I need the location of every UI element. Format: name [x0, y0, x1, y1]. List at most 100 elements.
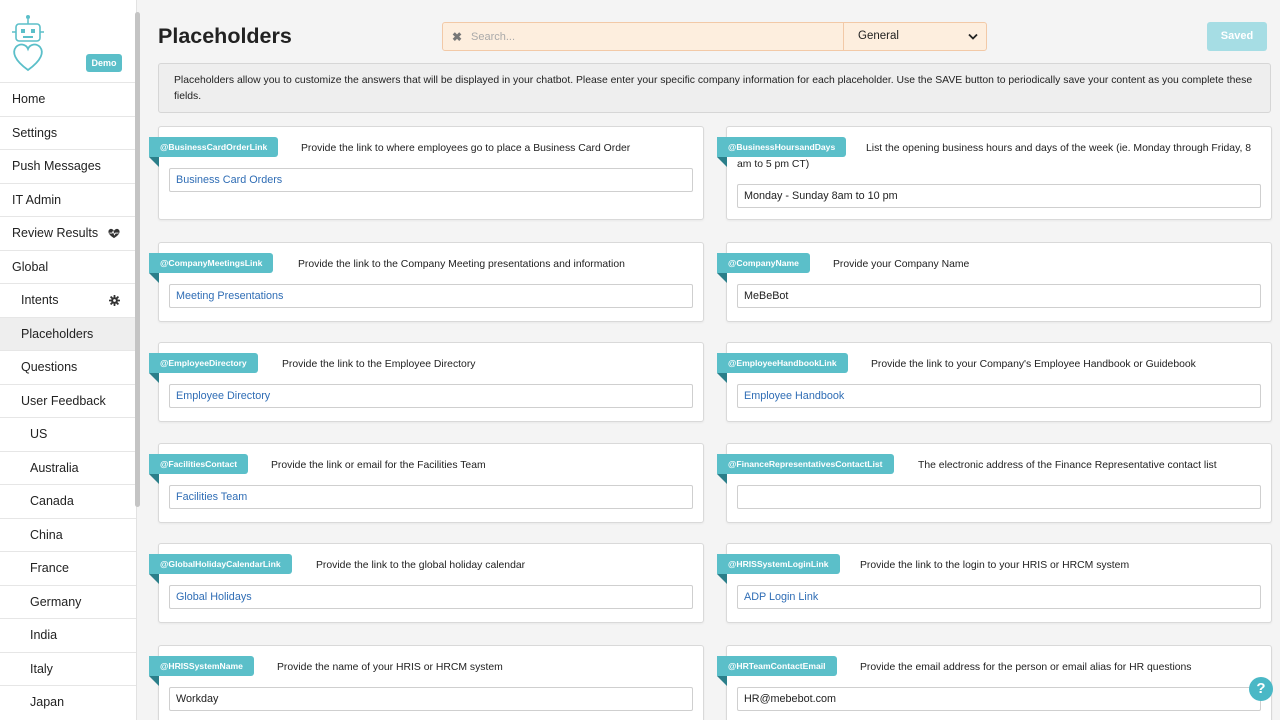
- sidebar-item-label: Review Results: [12, 226, 99, 240]
- placeholder-card: @BusinessCardOrderLink Provide the link t…: [149, 126, 704, 220]
- sidebar-item-push-messages[interactable]: Push Messages: [0, 149, 136, 183]
- placeholder-description: Provide the link to the global holiday c…: [316, 560, 526, 571]
- sidebar-item-germany[interactable]: Germany: [0, 584, 136, 619]
- placeholder-value-input[interactable]: Employee Directory: [169, 384, 693, 408]
- placeholder-value-input[interactable]: Meeting Presentations: [169, 284, 693, 308]
- search-input[interactable]: [471, 27, 831, 47]
- placeholder-card: @CompanyMeetingsLink Provide the link to …: [149, 242, 704, 322]
- search-box[interactable]: ✖: [442, 22, 844, 51]
- placeholder-tag: @FinanceRepresentativesContactList: [717, 454, 894, 484]
- placeholder-value-input[interactable]: ADP Login Link: [737, 585, 1261, 609]
- placeholder-card: @CompanyName Provide your Company Name MeB…: [717, 242, 1272, 322]
- placeholder-description: Provide the name of your HRIS or HRCM sy…: [277, 662, 503, 673]
- page-title: Placeholders: [158, 24, 292, 48]
- sidebar-item-settings[interactable]: Settings: [0, 115, 136, 150]
- sidebar-item-label: Japan: [30, 695, 65, 709]
- placeholder-card: @FacilitiesContact Provide the link or em…: [149, 443, 704, 523]
- canada-flag-icon: [12, 497, 24, 505]
- placeholder-card: @EmployeeDirectory Provide the link to th…: [149, 342, 704, 422]
- placeholder-card: @BusinessHoursandDays List the opening bu…: [717, 126, 1272, 220]
- placeholder-value-input[interactable]: Monday - Sunday 8am to 10 pm: [737, 184, 1261, 208]
- china-flag-icon: [12, 530, 24, 538]
- sidebar-item-label: Germany: [30, 594, 82, 609]
- heartbeat-icon: [108, 217, 120, 250]
- chevron-down-icon: [968, 23, 978, 50]
- placeholder-description: Provide the link to the Employee Directo…: [282, 359, 476, 370]
- placeholder-tag: @BusinessCardOrderLink: [149, 137, 279, 167]
- placeholder-value-input[interactable]: Workday: [169, 687, 693, 711]
- placeholder-description: Provide the link to where employees go t…: [301, 143, 631, 154]
- sidebar-item-label: Italy: [30, 661, 53, 676]
- sidebar-item-label: IT Admin: [12, 192, 62, 207]
- sidebar-item-italy[interactable]: Italy: [0, 651, 136, 686]
- placeholder-card: @EmployeeHandbookLink Provide the link to…: [717, 342, 1272, 422]
- category-select[interactable]: General: [843, 22, 987, 51]
- placeholder-description: Provide the link to the Company Meeting …: [298, 259, 625, 270]
- placeholder-card: @HRISSystemName Provide the name of your …: [149, 645, 704, 720]
- sidebar-scrollbar[interactable]: [135, 12, 140, 507]
- sidebar-item-australia[interactable]: Australia: [0, 450, 136, 485]
- germany-flag-icon: [12, 597, 24, 605]
- sidebar-item-japan[interactable]: Japan: [0, 685, 136, 719]
- category-select-value: General: [858, 30, 899, 42]
- india-flag-icon: [12, 631, 24, 639]
- sidebar-item-us[interactable]: US: [0, 417, 136, 451]
- sidebar-item-it-admin[interactable]: IT Admin: [0, 182, 136, 217]
- sidebar-item-label: China: [30, 527, 63, 542]
- sidebar-item-label: Placeholders: [21, 326, 94, 341]
- demo-badge: Demo: [86, 54, 122, 72]
- placeholder-tag: @CompanyMeetingsLink: [149, 253, 274, 283]
- sidebar-item-label: Global: [12, 259, 49, 274]
- sidebar-item-label: Settings: [12, 125, 58, 140]
- sidebar-item-questions[interactable]: Questions: [0, 350, 136, 384]
- sidebar: Demo Home Settings Push Messages IT Admi…: [0, 0, 137, 720]
- placeholder-value-input[interactable]: MeBeBot: [737, 284, 1261, 308]
- sidebar-item-france[interactable]: France: [0, 551, 136, 585]
- placeholder-value-input[interactable]: Employee Handbook: [737, 384, 1261, 408]
- sidebar-item-user-feedback[interactable]: User Feedback: [0, 383, 136, 418]
- placeholder-value-input[interactable]: Business Card Orders: [169, 168, 693, 192]
- sidebar-item-placeholders[interactable]: Placeholders: [0, 316, 136, 350]
- sidebar-item-intents[interactable]: Intents: [0, 283, 136, 317]
- sidebar-item-label: Push Messages: [12, 159, 101, 173]
- sidebar-item-review-results[interactable]: Review Results: [0, 216, 136, 250]
- placeholder-tag: @EmployeeDirectory: [149, 353, 258, 383]
- placeholder-value-input[interactable]: [737, 485, 1261, 509]
- saved-button[interactable]: Saved: [1207, 22, 1267, 51]
- placeholder-value-input[interactable]: Facilities Team: [169, 485, 693, 509]
- placeholder-tag: @CompanyName: [717, 253, 810, 283]
- sidebar-item-label: Australia: [30, 460, 79, 475]
- japan-flag-icon: [12, 698, 24, 706]
- placeholder-tag: @GlobalHolidayCalendarLink: [149, 554, 292, 584]
- france-flag-icon: [12, 564, 24, 572]
- us-flag-icon: [12, 430, 24, 438]
- sidebar-item-china[interactable]: China: [0, 517, 136, 552]
- placeholder-description: The electronic address of the Finance Re…: [918, 460, 1217, 471]
- sidebar-item-label: User Feedback: [21, 393, 106, 408]
- sidebar-item-canada[interactable]: Canada: [0, 484, 136, 518]
- placeholder-card: @HRISSystemLoginLink Provide the link to …: [717, 543, 1272, 623]
- placeholder-tag: @HRTeamContactEmail: [717, 656, 837, 686]
- placeholder-description: Provide the email address for the person…: [860, 662, 1192, 673]
- sidebar-item-home[interactable]: Home: [0, 82, 136, 116]
- logo-area: Demo: [0, 0, 136, 82]
- sidebar-item-india[interactable]: India: [0, 618, 136, 652]
- sidebar-item-label: US: [30, 427, 48, 441]
- clear-search-icon[interactable]: ✖: [452, 30, 464, 44]
- australia-flag-icon: [12, 463, 24, 471]
- info-box: Placeholders allow you to customize the …: [158, 63, 1271, 113]
- sidebar-item-label: Canada: [30, 494, 74, 508]
- sidebar-item-global[interactable]: Global: [0, 249, 136, 284]
- placeholder-description: Provide the link to your Company's Emplo…: [871, 359, 1196, 370]
- placeholder-tag: @FacilitiesContact: [149, 454, 249, 484]
- italy-flag-icon: [12, 664, 24, 672]
- robot-heart-logo[interactable]: [10, 14, 46, 74]
- sidebar-item-label: Home: [12, 92, 46, 106]
- placeholder-description: Provide your Company Name: [833, 259, 970, 270]
- placeholder-value-input[interactable]: Global Holidays: [169, 585, 693, 609]
- placeholder-tag: @HRISSystemName: [149, 656, 254, 686]
- sidebar-item-label: Questions: [21, 360, 78, 374]
- placeholder-value-input[interactable]: HR@mebebot.com: [737, 687, 1261, 711]
- placeholder-description: Provide the link to the login to your HR…: [860, 560, 1130, 571]
- help-button[interactable]: ?: [1249, 677, 1273, 701]
